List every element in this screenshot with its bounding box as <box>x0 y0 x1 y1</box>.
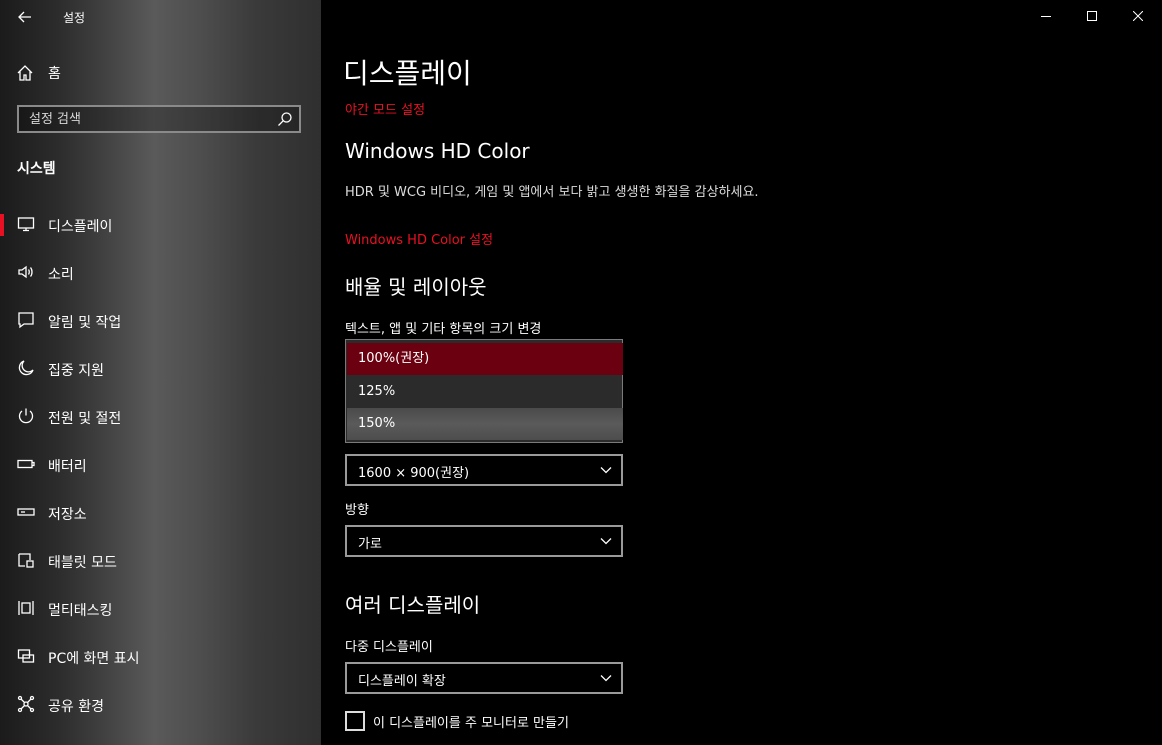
sidebar-item-label: 소리 <box>48 267 74 283</box>
section-title-system: 시스템 <box>17 161 56 177</box>
home-link[interactable]: 홈 <box>16 62 61 84</box>
sidebar-item-label: 전원 및 절전 <box>48 411 122 427</box>
speaker-icon <box>18 265 33 279</box>
multi-display-label: 다중 디스플레이 <box>345 640 433 655</box>
main-monitor-checkbox-row[interactable]: 이 디스플레이를 주 모니터로 만들기 <box>345 711 569 731</box>
scale-dropdown-list[interactable]: 100%(권장) 125% 150% <box>345 339 623 443</box>
back-arrow-icon <box>18 11 31 23</box>
sidebar-item-label: 배터리 <box>48 459 87 475</box>
notification-icon <box>18 312 34 329</box>
sidebar-item-label: 저장소 <box>48 507 87 523</box>
sidebar-item-sound[interactable]: 소리 <box>0 252 321 292</box>
hd-color-settings-link[interactable]: Windows HD Color 설정 <box>345 229 493 248</box>
sidebar-item-storage[interactable]: 저장소 <box>0 492 321 532</box>
sidebar-item-label: 알림 및 작업 <box>48 315 122 331</box>
orientation-dropdown[interactable]: 가로 <box>345 525 623 557</box>
sidebar-item-tablet-mode[interactable]: 태블릿 모드 <box>0 540 321 580</box>
scale-option-100[interactable]: 100%(권장) <box>347 343 623 375</box>
sidebar-item-focus-assist[interactable]: 집중 지원 <box>0 348 321 388</box>
page-title: 디스플레이 <box>343 57 472 90</box>
sidebar-item-label: 멀티태스킹 <box>48 603 113 619</box>
hd-color-description: HDR 및 WCG 비디오, 게임 및 앱에서 보다 밝고 생생한 화질을 감상… <box>345 185 759 200</box>
sidebar-item-label: 집중 지원 <box>48 363 104 379</box>
multitasking-icon <box>18 601 34 615</box>
shared-experience-icon <box>17 695 35 713</box>
scale-option-150[interactable]: 150% <box>347 408 623 440</box>
multi-display-dropdown[interactable]: 디스플레이 확장 <box>345 662 623 694</box>
scale-layout-heading: 배율 및 레이아웃 <box>345 275 487 299</box>
power-icon <box>18 408 34 424</box>
sidebar-item-battery[interactable]: 배터리 <box>0 444 321 484</box>
orientation-value: 가로 <box>358 537 382 552</box>
sidebar: 설정 홈 시스템 디스플레이 소리 알림 및 작업 집중 지원 <box>0 0 321 745</box>
home-icon <box>17 65 33 81</box>
sidebar-item-display[interactable]: 디스플레이 <box>0 204 321 244</box>
search-box[interactable] <box>17 105 301 133</box>
resolution-dropdown[interactable]: 1600 × 900(권장) <box>345 454 623 486</box>
scale-option-125[interactable]: 125% <box>347 376 623 408</box>
resolution-value: 1600 × 900(권장) <box>358 466 470 481</box>
chevron-down-icon <box>600 467 612 474</box>
sidebar-item-label: 공유 환경 <box>48 699 104 715</box>
chevron-down-icon <box>600 538 612 545</box>
main-monitor-checkbox-label: 이 디스플레이를 주 모니터로 만들기 <box>373 715 569 731</box>
project-icon <box>17 649 35 663</box>
sidebar-item-multitasking[interactable]: 멀티태스킹 <box>0 588 321 628</box>
main-content: 디스플레이 야간 모드 설정 Windows HD Color HDR 및 WC… <box>343 0 1162 745</box>
night-mode-link[interactable]: 야간 모드 설정 <box>345 99 425 118</box>
window-title: 설정 <box>63 11 86 25</box>
home-label: 홈 <box>48 66 61 82</box>
search-input[interactable] <box>19 107 289 131</box>
orientation-label: 방향 <box>345 503 369 518</box>
hd-color-heading: Windows HD Color <box>345 139 530 163</box>
sidebar-item-label: 디스플레이 <box>48 219 113 235</box>
main-monitor-checkbox[interactable] <box>345 711 365 731</box>
sidebar-item-power-sleep[interactable]: 전원 및 절전 <box>0 396 321 436</box>
moon-icon <box>18 360 34 376</box>
multi-display-heading: 여러 디스플레이 <box>345 593 481 617</box>
chevron-down-icon <box>600 675 612 682</box>
sidebar-item-project-to-pc[interactable]: PC에 화면 표시 <box>0 636 321 676</box>
battery-icon <box>17 459 35 469</box>
settings-window: 설정 홈 시스템 디스플레이 소리 알림 및 작업 집중 지원 <box>0 0 1162 745</box>
scale-label: 텍스트, 앱 및 기타 항목의 크기 변경 <box>345 322 542 337</box>
selection-indicator <box>0 214 4 236</box>
tablet-icon <box>18 553 34 568</box>
back-button[interactable] <box>14 6 36 28</box>
storage-icon <box>17 508 35 516</box>
monitor-icon <box>17 217 35 232</box>
sidebar-item-notifications[interactable]: 알림 및 작업 <box>0 300 321 340</box>
sidebar-item-label: 태블릿 모드 <box>48 555 117 571</box>
search-icon[interactable] <box>277 111 293 127</box>
sidebar-item-label: PC에 화면 표시 <box>48 651 140 667</box>
multi-display-value: 디스플레이 확장 <box>358 674 446 689</box>
sidebar-item-shared-experiences[interactable]: 공유 환경 <box>0 684 321 724</box>
